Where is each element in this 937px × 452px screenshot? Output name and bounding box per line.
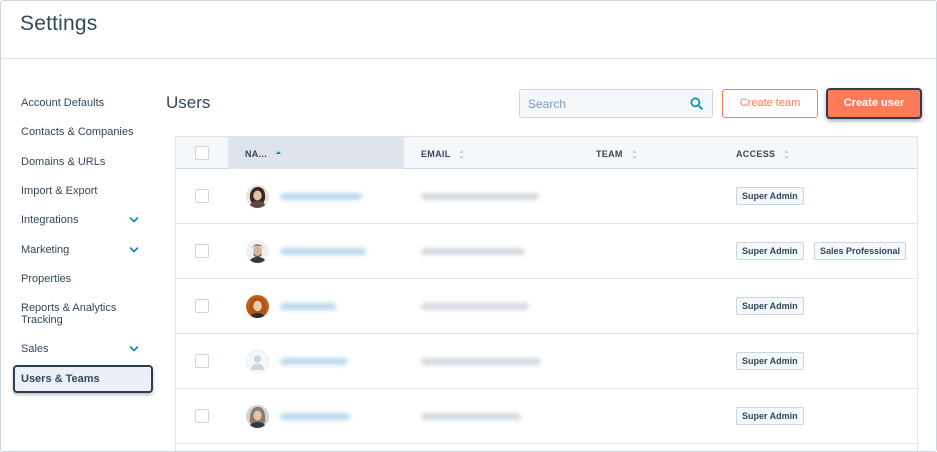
column-header-label: NA... — [245, 149, 268, 159]
user-email-blurred — [421, 193, 539, 200]
access-badge: Super Admin — [736, 242, 804, 260]
row-checkbox[interactable] — [195, 354, 209, 368]
avatar — [246, 240, 269, 263]
user-email-blurred — [421, 248, 525, 255]
chevron-down-icon[interactable] — [129, 245, 139, 255]
column-header-email[interactable]: EMAIL — [421, 149, 465, 160]
avatar — [246, 185, 269, 208]
column-header-label: EMAIL — [421, 149, 451, 159]
sidebar-item-label: Integrations — [21, 214, 79, 226]
sidebar-item-label: Marketing — [21, 244, 70, 256]
users-table: NA... EMAIL TEAM ACCESS Super Admin Supe… — [175, 136, 918, 451]
user-name-blurred[interactable] — [280, 193, 362, 200]
sidebar-item-properties[interactable]: Properties — [21, 273, 146, 285]
access-badge: Super Admin — [736, 187, 804, 205]
column-header-label: ACCESS — [736, 149, 776, 159]
sort-ascending-icon — [275, 151, 281, 155]
sidebar-item-label: Import & Export — [21, 185, 98, 197]
avatar — [246, 405, 269, 428]
table-row[interactable]: Super Admin — [176, 389, 917, 444]
sidebar-item-label: Domains & URLs — [21, 156, 106, 168]
sidebar-item-label: Sales — [21, 343, 49, 355]
sidebar-item-marketing[interactable]: Marketing — [21, 244, 146, 256]
sort-icon — [631, 150, 637, 160]
page-title: Settings — [20, 12, 98, 35]
sidebar-item-reports-analytics[interactable]: Reports & Analytics Tracking — [21, 302, 121, 326]
user-name-blurred[interactable] — [280, 413, 350, 420]
search-icon[interactable] — [690, 97, 703, 110]
sort-icon — [459, 150, 465, 160]
sidebar-item-users-teams[interactable]: Users & Teams — [13, 365, 153, 393]
row-checkbox[interactable] — [195, 189, 209, 203]
select-all-checkbox[interactable] — [195, 146, 209, 160]
access-badge: Super Admin — [736, 407, 804, 425]
column-header-team[interactable]: TEAM — [596, 149, 638, 160]
user-email-blurred — [421, 413, 521, 420]
table-header: NA... EMAIL TEAM ACCESS — [176, 137, 917, 169]
person-placeholder-icon — [246, 350, 269, 373]
user-email-blurred — [421, 358, 541, 365]
sidebar-item-import-export[interactable]: Import & Export — [21, 185, 146, 197]
sidebar-item-label: Reports & Analytics Tracking — [21, 302, 117, 326]
sidebar-item-integrations[interactable]: Integrations — [21, 214, 146, 226]
table-row[interactable]: Super Admin — [176, 279, 917, 334]
access-badge: Sales Professional — [814, 242, 907, 260]
column-header-name[interactable]: NA... — [245, 149, 282, 159]
table-row[interactable]: Super Admin — [176, 169, 917, 224]
chevron-down-icon[interactable] — [129, 344, 139, 354]
settings-window: Settings Account Defaults Contacts & Com… — [0, 0, 937, 452]
sidebar-item-label: Properties — [21, 273, 72, 285]
sidebar-item-label: Account Defaults — [21, 97, 105, 109]
table-row[interactable]: Super Admin Sales Professional — [176, 224, 917, 279]
avatar — [246, 295, 269, 318]
access-badge: Super Admin — [736, 297, 804, 315]
sidebar-item-contacts-companies[interactable]: Contacts & Companies — [21, 126, 146, 138]
create-team-button[interactable]: Create team — [722, 89, 818, 118]
search-box — [519, 89, 713, 118]
row-checkbox[interactable] — [195, 244, 209, 258]
user-name-blurred[interactable] — [280, 303, 336, 310]
user-email-blurred — [421, 303, 529, 310]
settings-sidebar: Account Defaults Contacts & Companies Do… — [1, 59, 161, 451]
row-checkbox[interactable] — [195, 409, 209, 423]
table-row[interactable]: Super Admin — [176, 334, 917, 389]
section-title: Users — [166, 93, 211, 112]
column-header-access[interactable]: ACCESS — [736, 149, 790, 160]
sidebar-item-domains-urls[interactable]: Domains & URLs — [21, 156, 146, 168]
sidebar-item-label: Contacts & Companies — [21, 126, 134, 138]
create-user-button[interactable]: Create user — [826, 88, 922, 119]
search-input[interactable] — [520, 90, 690, 117]
sort-icon — [784, 150, 790, 160]
user-name-blurred[interactable] — [280, 358, 348, 365]
chevron-down-icon[interactable] — [129, 215, 139, 225]
user-name-blurred[interactable] — [280, 248, 366, 255]
sidebar-item-account-defaults[interactable]: Account Defaults — [21, 97, 146, 109]
column-header-label: TEAM — [596, 149, 623, 159]
row-checkbox[interactable] — [195, 299, 209, 313]
sidebar-item-label: Users & Teams — [21, 373, 100, 385]
sidebar-item-sales[interactable]: Sales — [21, 343, 146, 355]
access-badge: Super Admin — [736, 352, 804, 370]
